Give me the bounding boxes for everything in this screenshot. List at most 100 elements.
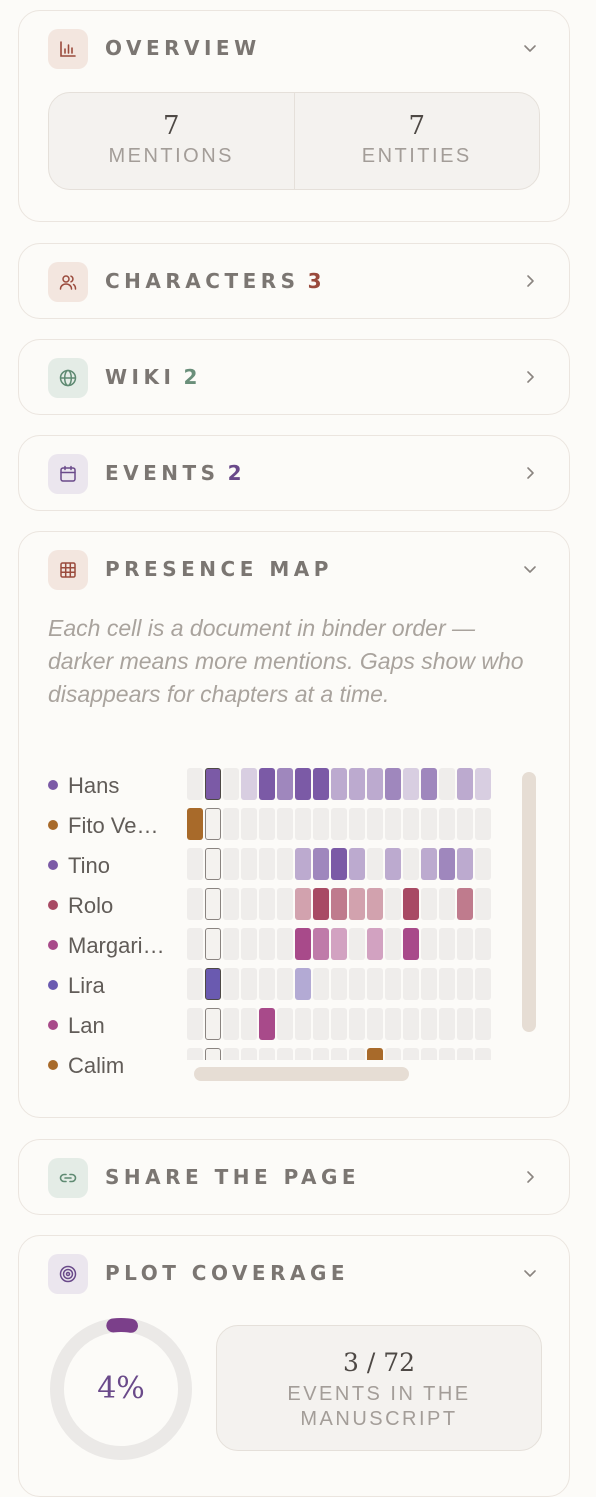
presence-cell[interactable] <box>457 888 473 920</box>
presence-cell[interactable] <box>259 808 275 840</box>
presence-cell[interactable] <box>205 1008 221 1040</box>
presence-cell[interactable] <box>439 768 455 800</box>
presence-cell[interactable] <box>187 848 203 880</box>
presence-cell[interactable] <box>187 808 203 840</box>
presence-cell[interactable] <box>331 768 347 800</box>
presence-cell[interactable] <box>385 888 401 920</box>
overview-header[interactable]: OVERVIEW <box>19 11 569 85</box>
presence-cell[interactable] <box>277 1008 293 1040</box>
presence-cell[interactable] <box>403 888 419 920</box>
presence-cell[interactable] <box>385 1048 401 1060</box>
characters-card[interactable]: CHARACTERS 3 <box>18 243 570 319</box>
presence-cell[interactable] <box>223 768 239 800</box>
presence-cell[interactable] <box>241 848 257 880</box>
presence-cell[interactable] <box>241 1008 257 1040</box>
chevron-down-icon[interactable] <box>521 560 539 578</box>
presence-cell[interactable] <box>403 1008 419 1040</box>
presence-cell[interactable] <box>295 768 311 800</box>
wiki-card[interactable]: WIKI 2 <box>18 339 570 415</box>
presence-cell[interactable] <box>349 1048 365 1060</box>
presence-cell[interactable] <box>349 848 365 880</box>
presence-cell[interactable] <box>331 808 347 840</box>
presence-cell[interactable] <box>475 928 491 960</box>
share-header[interactable]: SHARE THE PAGE <box>19 1140 569 1214</box>
presence-cell[interactable] <box>313 888 329 920</box>
presence-cell[interactable] <box>313 768 329 800</box>
presence-cell[interactable] <box>421 968 437 1000</box>
presence-cell[interactable] <box>349 928 365 960</box>
presence-cell[interactable] <box>475 808 491 840</box>
presence-cell[interactable] <box>367 888 383 920</box>
presence-cell[interactable] <box>187 1008 203 1040</box>
presence-cell[interactable] <box>385 928 401 960</box>
chevron-right-icon[interactable] <box>521 1168 539 1186</box>
presence-cell[interactable] <box>403 848 419 880</box>
presence-cell[interactable] <box>367 848 383 880</box>
character-row[interactable]: Tino <box>48 846 188 886</box>
presence-grid[interactable] <box>187 768 516 1060</box>
presence-cell[interactable] <box>295 1008 311 1040</box>
presence-cell[interactable] <box>421 768 437 800</box>
presence-cell[interactable] <box>457 808 473 840</box>
chevron-right-icon[interactable] <box>521 368 539 386</box>
presence-cell[interactable] <box>421 928 437 960</box>
presence-cell[interactable] <box>403 928 419 960</box>
presence-cell[interactable] <box>313 968 329 1000</box>
character-row[interactable]: Rolo <box>48 886 188 926</box>
presence-cell[interactable] <box>205 1048 221 1060</box>
presence-cell[interactable] <box>385 1008 401 1040</box>
presence-cell[interactable] <box>331 968 347 1000</box>
wiki-header[interactable]: WIKI 2 <box>19 340 569 414</box>
presence-cell[interactable] <box>241 928 257 960</box>
presence-cell[interactable] <box>259 1048 275 1060</box>
chevron-down-icon[interactable] <box>521 1264 539 1282</box>
presence-cell[interactable] <box>349 1008 365 1040</box>
presence-cell[interactable] <box>259 768 275 800</box>
presence-cell[interactable] <box>331 848 347 880</box>
presence-cell[interactable] <box>223 888 239 920</box>
presence-cell[interactable] <box>277 888 293 920</box>
presence-cell[interactable] <box>367 768 383 800</box>
presence-cell[interactable] <box>313 1008 329 1040</box>
presence-cell[interactable] <box>259 968 275 1000</box>
presence-cell[interactable] <box>277 808 293 840</box>
presence-cell[interactable] <box>241 968 257 1000</box>
presence-cell[interactable] <box>295 968 311 1000</box>
presence-cell[interactable] <box>259 888 275 920</box>
character-row[interactable]: Lira <box>48 966 188 1006</box>
presence-cell[interactable] <box>403 768 419 800</box>
presence-cell[interactable] <box>367 928 383 960</box>
presence-cell[interactable] <box>457 848 473 880</box>
characters-header[interactable]: CHARACTERS 3 <box>19 244 569 318</box>
chevron-right-icon[interactable] <box>521 464 539 482</box>
character-row[interactable]: Calim <box>48 1046 188 1086</box>
presence-cell[interactable] <box>241 1048 257 1060</box>
presence-cell[interactable] <box>439 848 455 880</box>
presence-cell[interactable] <box>385 968 401 1000</box>
presence-cell[interactable] <box>403 808 419 840</box>
character-row[interactable]: Fito Ve… <box>48 806 188 846</box>
presence-cell[interactable] <box>295 888 311 920</box>
presence-cell[interactable] <box>295 808 311 840</box>
presence-cell[interactable] <box>421 848 437 880</box>
character-row[interactable]: Margari… <box>48 926 188 966</box>
presence-cell[interactable] <box>187 768 203 800</box>
presence-cell[interactable] <box>475 1048 491 1060</box>
presence-cell[interactable] <box>223 1048 239 1060</box>
presence-cell[interactable] <box>385 848 401 880</box>
presence-cell[interactable] <box>439 808 455 840</box>
presence-cell[interactable] <box>367 808 383 840</box>
presence-cell[interactable] <box>277 928 293 960</box>
presence-cell[interactable] <box>223 928 239 960</box>
presence-cell[interactable] <box>295 1048 311 1060</box>
presence-cell[interactable] <box>331 928 347 960</box>
presence-cell[interactable] <box>475 1008 491 1040</box>
presence-cell[interactable] <box>367 968 383 1000</box>
presence-cell[interactable] <box>241 768 257 800</box>
presence-cell[interactable] <box>331 1048 347 1060</box>
presence-cell[interactable] <box>457 1048 473 1060</box>
presence-cell[interactable] <box>403 1048 419 1060</box>
presence-cell[interactable] <box>241 888 257 920</box>
presence-cell[interactable] <box>205 808 221 840</box>
presence-cell[interactable] <box>457 968 473 1000</box>
